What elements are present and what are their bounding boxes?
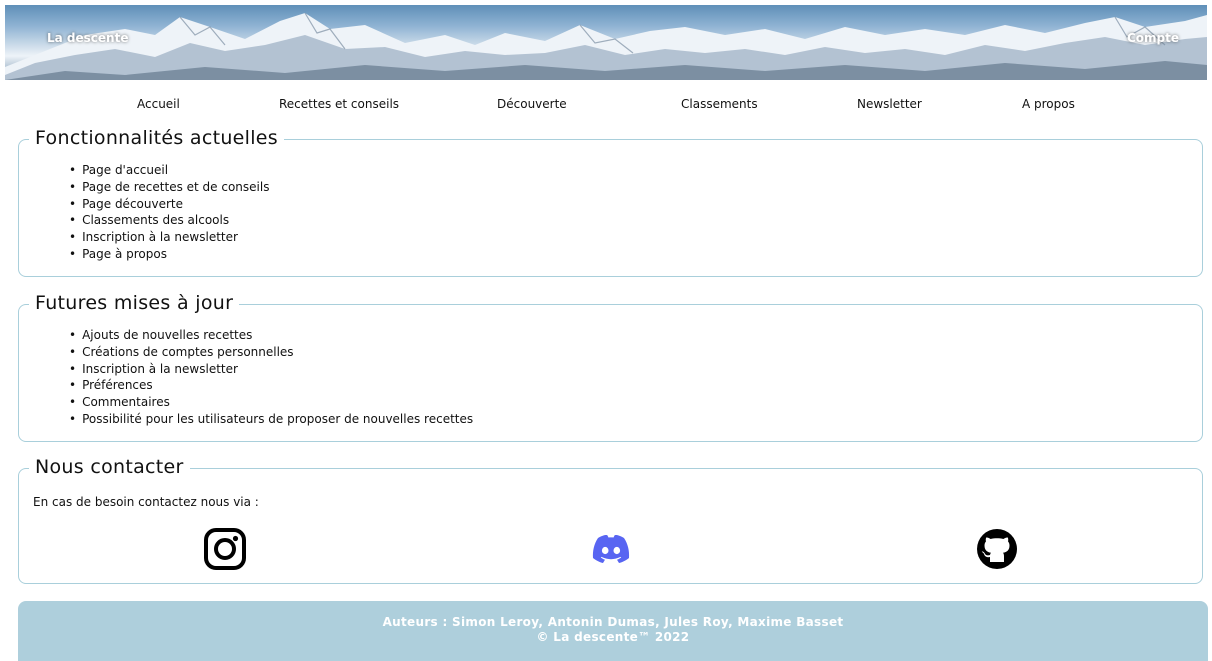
nav-item-decouverte[interactable]: Découverte (497, 97, 567, 111)
current-features-list: Page d'accueil Page de recettes et de co… (69, 162, 269, 263)
section-title: Fonctionnalités actuelles (29, 126, 284, 150)
github-icon[interactable] (975, 527, 1019, 571)
list-item: Inscription à la newsletter (69, 229, 269, 246)
discord-icon[interactable] (589, 527, 633, 571)
list-item: Inscription à la newsletter (69, 361, 473, 378)
section-title: Futures mises à jour (29, 291, 240, 315)
list-item: Page d'accueil (69, 162, 269, 179)
header-banner: La descente Compte (5, 5, 1207, 80)
footer: Auteurs : Simon Leroy, Antonin Dumas, Ju… (18, 601, 1208, 661)
mountain-banner-image (5, 12, 1207, 80)
nav-item-recettes[interactable]: Recettes et conseils (279, 97, 399, 111)
contact-text: En cas de besoin contactez nous via : (33, 495, 259, 509)
list-item: Page de recettes et de conseils (69, 179, 269, 196)
nav-item-a-propos[interactable]: A propos (1022, 97, 1075, 111)
current-features-section: Fonctionnalités actuelles Page d'accueil… (18, 126, 1203, 277)
nav-item-newsletter[interactable]: Newsletter (857, 97, 922, 111)
list-item: Page à propos (69, 246, 269, 263)
footer-authors: Auteurs : Simon Leroy, Antonin Dumas, Ju… (382, 615, 844, 629)
contact-section: Nous contacter En cas de besoin contacte… (18, 455, 1203, 584)
nav-item-accueil[interactable]: Accueil (137, 97, 180, 111)
site-name-link[interactable]: La descente (47, 31, 128, 45)
list-item: Classements des alcools (69, 212, 269, 229)
list-item: Créations de comptes personnelles (69, 344, 473, 361)
list-item: Ajouts de nouvelles recettes (69, 327, 473, 344)
future-updates-section: Futures mises à jour Ajouts de nouvelles… (18, 291, 1203, 442)
future-updates-list: Ajouts de nouvelles recettes Créations d… (69, 327, 473, 428)
account-link[interactable]: Compte (1127, 31, 1179, 45)
footer-copyright: © La descente™ 2022 (536, 630, 690, 644)
instagram-icon[interactable] (203, 527, 247, 571)
section-title: Nous contacter (29, 455, 190, 479)
list-item: Préférences (69, 377, 473, 394)
list-item: Commentaires (69, 394, 473, 411)
nav-item-classements[interactable]: Classements (681, 97, 758, 111)
list-item: Page découverte (69, 196, 269, 213)
list-item: Possibilité pour les utilisateurs de pro… (69, 411, 473, 428)
main-nav: Accueil Recettes et conseils Découverte … (0, 97, 1212, 117)
